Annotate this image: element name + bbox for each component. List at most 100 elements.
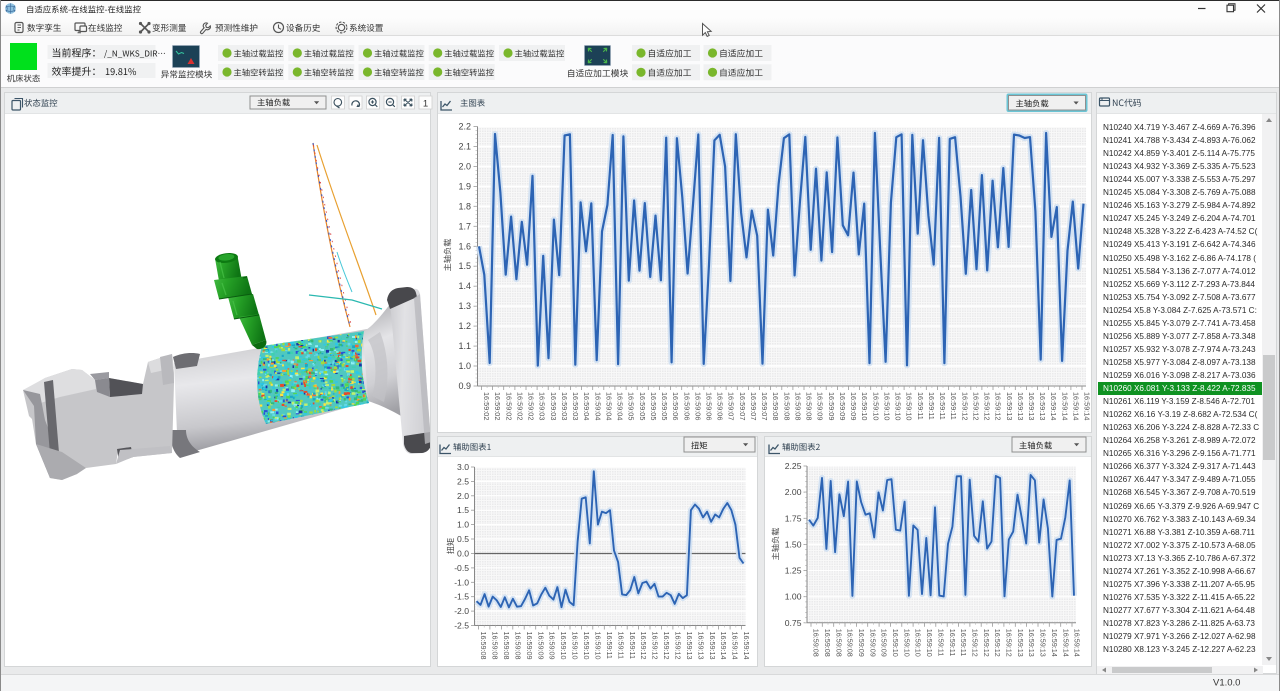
svg-text:16:59:10: 16:59:10	[871, 392, 880, 420]
svg-text:16:59:09: 16:59:09	[816, 392, 825, 420]
svg-text:1.25: 1.25	[785, 566, 802, 576]
svg-text:16:59:12: 16:59:12	[674, 632, 683, 660]
svg-text:16:59:09: 16:59:09	[838, 392, 847, 420]
svg-text:16:59:02: 16:59:02	[482, 392, 491, 420]
svg-text:16:59:09: 16:59:09	[536, 632, 545, 660]
svg-text:16:59:06: 16:59:06	[716, 392, 725, 420]
svg-text:1.8: 1.8	[458, 201, 471, 211]
svg-text:3.0: 3.0	[457, 462, 469, 472]
svg-text:16:59:13: 16:59:13	[1027, 629, 1036, 657]
svg-text:16:59:10: 16:59:10	[891, 629, 900, 657]
svg-text:16:59:13: 16:59:13	[1038, 392, 1047, 420]
svg-text:-0.5: -0.5	[454, 563, 469, 573]
svg-text:16:59:06: 16:59:06	[693, 392, 702, 420]
svg-text:16:59:11: 16:59:11	[605, 632, 614, 659]
svg-text:1.1: 1.1	[458, 341, 471, 351]
svg-text:16:59:08: 16:59:08	[771, 392, 780, 420]
svg-text:16:59:12: 16:59:12	[960, 392, 969, 420]
svg-text:16:59:11: 16:59:11	[628, 632, 637, 659]
svg-text:16:59:09: 16:59:09	[525, 632, 534, 660]
svg-text:16:59:10: 16:59:10	[902, 629, 911, 657]
svg-text:16:59:07: 16:59:07	[727, 392, 736, 420]
svg-text:16:59:12: 16:59:12	[971, 392, 980, 420]
svg-text:16:59:10: 16:59:10	[860, 392, 869, 420]
svg-text:2.5: 2.5	[457, 476, 469, 486]
svg-text:16:59:08: 16:59:08	[846, 629, 855, 657]
svg-text:16:59:08: 16:59:08	[823, 629, 832, 657]
svg-text:1.6: 1.6	[458, 241, 471, 251]
svg-text:16:59:08: 16:59:08	[479, 632, 488, 660]
svg-text:0.5: 0.5	[457, 534, 469, 544]
svg-text:16:59:11: 16:59:11	[949, 392, 958, 420]
svg-text:1.00: 1.00	[785, 592, 802, 602]
svg-text:16:59:13: 16:59:13	[1039, 629, 1048, 657]
svg-text:16:59:14: 16:59:14	[1061, 629, 1070, 657]
svg-text:16:59:11: 16:59:11	[938, 392, 947, 420]
svg-text:16:59:09: 16:59:09	[849, 392, 858, 420]
svg-text:16:59:05: 16:59:05	[627, 392, 636, 420]
svg-text:16:59:09: 16:59:09	[548, 632, 557, 660]
svg-text:1.3: 1.3	[458, 301, 471, 311]
svg-text:16:59:11: 16:59:11	[916, 392, 925, 420]
svg-text:16:59:02: 16:59:02	[516, 392, 525, 420]
svg-text:16:59:03: 16:59:03	[571, 392, 580, 420]
svg-text:16:59:03: 16:59:03	[538, 392, 547, 420]
svg-text:16:59:09: 16:59:09	[880, 629, 889, 657]
svg-text:16:59:10: 16:59:10	[914, 629, 923, 657]
svg-text:16:59:05: 16:59:05	[649, 392, 658, 420]
svg-text:16:59:09: 16:59:09	[827, 392, 836, 420]
svg-text:16:59:12: 16:59:12	[1005, 629, 1014, 657]
svg-text:2.25: 2.25	[785, 461, 802, 471]
svg-text:16:59:13: 16:59:13	[1005, 392, 1014, 420]
svg-text:16:59:12: 16:59:12	[982, 629, 991, 657]
svg-text:1.4: 1.4	[458, 281, 471, 291]
svg-text:16:59:14: 16:59:14	[1049, 392, 1058, 420]
svg-text:16:59:02: 16:59:02	[493, 392, 502, 420]
svg-text:1.5: 1.5	[457, 505, 469, 515]
svg-text:16:59:11: 16:59:11	[927, 392, 936, 420]
svg-text:16:59:14: 16:59:14	[1083, 392, 1092, 420]
svg-text:16:59:11: 16:59:11	[616, 632, 625, 659]
svg-text:16:59:09: 16:59:09	[857, 629, 866, 657]
svg-text:16:59:14: 16:59:14	[731, 632, 740, 660]
svg-text:16:59:13: 16:59:13	[708, 632, 717, 660]
svg-text:-1.0: -1.0	[454, 577, 469, 587]
svg-text:16:59:14: 16:59:14	[719, 632, 728, 660]
svg-text:-2.5: -2.5	[454, 621, 469, 631]
svg-text:1.50: 1.50	[785, 539, 802, 549]
svg-text:1.5: 1.5	[458, 261, 471, 271]
svg-text:16:59:12: 16:59:12	[993, 629, 1002, 657]
svg-text:16:59:11: 16:59:11	[948, 629, 957, 656]
svg-text:16:59:08: 16:59:08	[794, 392, 803, 420]
svg-text:16:59:07: 16:59:07	[760, 392, 769, 420]
svg-text:16:59:11: 16:59:11	[959, 629, 968, 656]
svg-text:-1.5: -1.5	[454, 592, 469, 602]
svg-text:16:59:04: 16:59:04	[593, 392, 602, 420]
svg-text:16:59:08: 16:59:08	[782, 392, 791, 420]
svg-text:16:59:10: 16:59:10	[582, 632, 591, 660]
svg-text:16:59:13: 16:59:13	[1027, 392, 1036, 420]
svg-text:16:59:08: 16:59:08	[502, 632, 511, 660]
svg-text:1.9: 1.9	[458, 181, 471, 191]
svg-text:1.0: 1.0	[458, 361, 471, 371]
svg-text:16:59:12: 16:59:12	[639, 632, 648, 660]
svg-text:2.1: 2.1	[458, 142, 471, 152]
svg-text:16:59:14: 16:59:14	[1072, 392, 1081, 420]
svg-text:16:59:06: 16:59:06	[682, 392, 691, 420]
svg-text:16:59:04: 16:59:04	[604, 392, 613, 420]
svg-text:16:59:04: 16:59:04	[582, 392, 591, 420]
svg-text:16:59:02: 16:59:02	[527, 392, 536, 420]
svg-text:16:59:05: 16:59:05	[638, 392, 647, 420]
svg-text:16:59:12: 16:59:12	[994, 392, 1003, 420]
svg-text:16:59:13: 16:59:13	[1016, 629, 1025, 657]
svg-text:1.7: 1.7	[458, 221, 471, 231]
svg-text:16:59:10: 16:59:10	[882, 392, 891, 420]
svg-text:16:59:14: 16:59:14	[1060, 392, 1069, 420]
svg-text:16:59:10: 16:59:10	[894, 392, 903, 420]
svg-text:0.0: 0.0	[457, 549, 469, 559]
svg-text:1.0: 1.0	[457, 520, 469, 530]
svg-text:16:59:07: 16:59:07	[749, 392, 758, 420]
svg-text:16:59:04: 16:59:04	[616, 392, 625, 420]
svg-text:16:59:03: 16:59:03	[560, 392, 569, 420]
svg-text:0.75: 0.75	[785, 618, 802, 628]
